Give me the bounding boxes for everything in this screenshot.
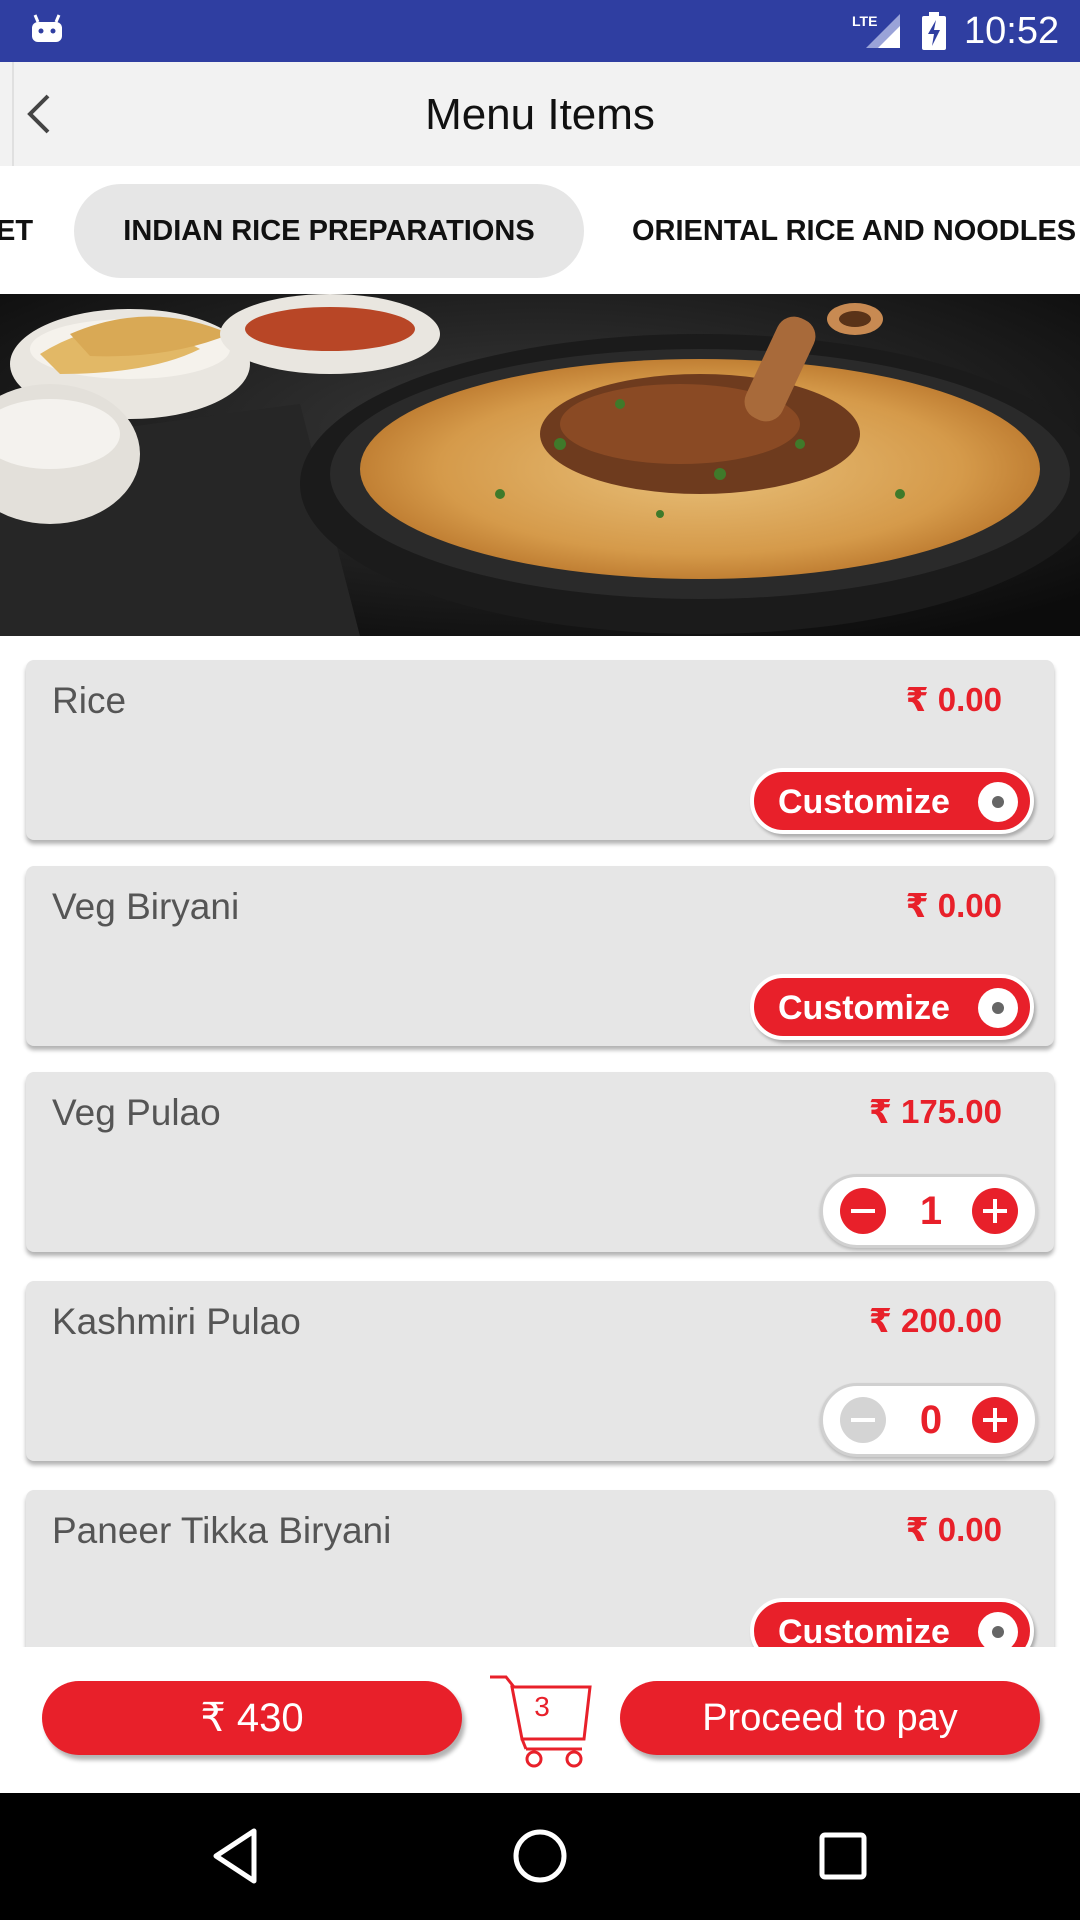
item-name: Veg Pulao bbox=[52, 1092, 221, 1133]
category-hero-image bbox=[0, 294, 1080, 636]
nav-recents-icon[interactable] bbox=[810, 1823, 876, 1889]
category-tabs: ET INDIAN RICE PREPARATIONS ORIENTAL RIC… bbox=[0, 166, 1080, 294]
radio-icon bbox=[978, 988, 1018, 1028]
customize-label: Customize bbox=[778, 989, 950, 1027]
system-nav-bar bbox=[0, 1793, 1080, 1920]
item-price: ₹ 200.00 bbox=[868, 1302, 1002, 1339]
radio-icon bbox=[978, 782, 1018, 822]
quantity-stepper: 1 bbox=[820, 1174, 1038, 1248]
item-price: ₹ 0.00 bbox=[905, 1511, 1002, 1548]
minus-circle-icon[interactable] bbox=[839, 1187, 887, 1235]
cart-count-badge: 3 bbox=[534, 1691, 550, 1722]
nav-home-icon[interactable] bbox=[507, 1823, 573, 1889]
status-time: 10:52 bbox=[964, 10, 1060, 52]
item-price: ₹ 0.00 bbox=[905, 681, 1002, 718]
item-name: Kashmiri Pulao bbox=[52, 1301, 301, 1342]
customize-label: Customize bbox=[778, 1613, 950, 1647]
total-amount-button[interactable]: ₹ 430 bbox=[42, 1681, 462, 1755]
biryani-dish-illustration bbox=[0, 294, 1080, 636]
menu-item-card[interactable]: Paneer Tikka Biryani ₹ 0.00 Customize bbox=[26, 1490, 1054, 1647]
menu-item-list[interactable]: Rice ₹ 0.00 Customize Veg Biryani ₹ 0.00… bbox=[0, 636, 1080, 1647]
proceed-to-pay-button[interactable]: Proceed to pay bbox=[620, 1681, 1040, 1755]
radio-icon bbox=[978, 1612, 1018, 1647]
plus-circle-icon[interactable] bbox=[971, 1187, 1019, 1235]
customize-button[interactable]: Customize bbox=[750, 768, 1034, 834]
quantity-stepper: 0 bbox=[820, 1383, 1038, 1457]
item-name: Paneer Tikka Biryani bbox=[52, 1510, 392, 1551]
plus-circle-icon[interactable] bbox=[971, 1396, 1019, 1444]
tab-previous-category[interactable]: ET bbox=[0, 184, 33, 278]
lte-signal-icon: LTE bbox=[852, 13, 900, 48]
minus-circle-icon[interactable] bbox=[839, 1396, 887, 1444]
item-name: Veg Biryani bbox=[52, 886, 240, 927]
customize-button[interactable]: Customize bbox=[750, 974, 1034, 1040]
checkout-bar: ₹ 430 3 Proceed to pay bbox=[0, 1647, 1080, 1793]
item-price: ₹ 175.00 bbox=[868, 1093, 1002, 1130]
svg-text:LTE: LTE bbox=[852, 13, 877, 29]
quantity-value: 1 bbox=[919, 1189, 943, 1233]
menu-item-card[interactable]: Kashmiri Pulao ₹ 200.00 0 bbox=[26, 1281, 1054, 1461]
battery-charging-icon bbox=[922, 12, 946, 50]
page-title: Menu Items bbox=[425, 90, 655, 139]
menu-item-card[interactable]: Rice ₹ 0.00 Customize bbox=[26, 660, 1054, 840]
app-bar: Menu Items bbox=[0, 62, 1080, 166]
android-notification-icon bbox=[32, 14, 62, 42]
item-name: Rice bbox=[52, 680, 127, 721]
quantity-value: 0 bbox=[919, 1398, 943, 1442]
menu-item-card[interactable]: Veg Pulao ₹ 175.00 1 bbox=[26, 1072, 1054, 1252]
customize-button[interactable]: Customize bbox=[750, 1598, 1034, 1647]
menu-item-card[interactable]: Veg Biryani ₹ 0.00 Customize bbox=[26, 866, 1054, 1046]
cart-button[interactable]: 3 bbox=[486, 1673, 596, 1769]
tab-oriental-rice-and-noodles[interactable]: ORIENTAL RICE AND NOODLES bbox=[632, 184, 1076, 278]
nav-back-icon[interactable] bbox=[204, 1823, 270, 1889]
customize-label: Customize bbox=[778, 783, 950, 821]
status-bar: LTE 10:52 bbox=[0, 0, 1080, 62]
item-price: ₹ 0.00 bbox=[905, 887, 1002, 924]
tab-indian-rice-preparations[interactable]: INDIAN RICE PREPARATIONS bbox=[74, 184, 584, 278]
